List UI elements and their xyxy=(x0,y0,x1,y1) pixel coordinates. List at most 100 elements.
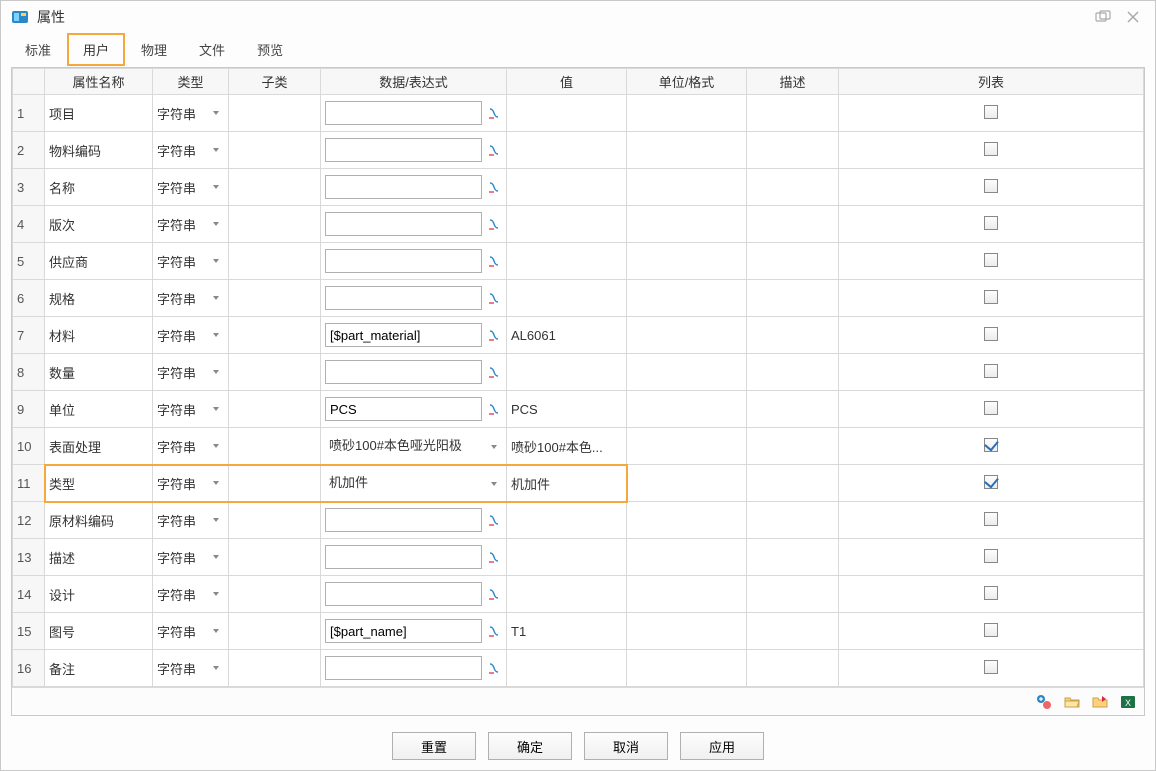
type-cell[interactable]: 字符串 xyxy=(153,280,229,317)
desc-cell[interactable] xyxy=(747,465,839,502)
type-cell[interactable]: 字符串 xyxy=(153,576,229,613)
formula-icon[interactable] xyxy=(486,401,502,417)
col-header-list[interactable]: 列表 xyxy=(839,69,1144,95)
tab-4[interactable]: 预览 xyxy=(241,33,299,66)
row-number[interactable]: 15 xyxy=(13,613,45,650)
reset-button[interactable]: 重置 xyxy=(392,732,476,760)
subtype-cell[interactable] xyxy=(229,502,321,539)
list-cell[interactable] xyxy=(839,354,1144,391)
desc-cell[interactable] xyxy=(747,650,839,687)
formula-icon[interactable] xyxy=(486,549,502,565)
value-cell[interactable] xyxy=(507,539,627,576)
property-name-cell[interactable]: 单位 xyxy=(45,391,153,428)
formula-icon[interactable] xyxy=(486,290,502,306)
type-cell[interactable]: 字符串 xyxy=(153,391,229,428)
expression-input[interactable] xyxy=(325,397,482,421)
row-number[interactable]: 16 xyxy=(13,650,45,687)
list-checkbox[interactable] xyxy=(984,290,998,304)
tab-1[interactable]: 用户 xyxy=(67,33,125,66)
folder-open-icon[interactable] xyxy=(1062,692,1082,712)
list-checkbox[interactable] xyxy=(984,105,998,119)
subtype-cell[interactable] xyxy=(229,206,321,243)
value-cell[interactable]: AL6061 xyxy=(507,317,627,354)
property-name-cell[interactable]: 供应商 xyxy=(45,243,153,280)
row-number[interactable]: 3 xyxy=(13,169,45,206)
expression-cell[interactable] xyxy=(321,280,507,317)
col-header-rownum[interactable] xyxy=(13,69,45,95)
property-name-cell[interactable]: 原材料编码 xyxy=(45,502,153,539)
value-cell[interactable] xyxy=(507,169,627,206)
list-checkbox[interactable] xyxy=(984,142,998,156)
type-cell[interactable]: 字符串 xyxy=(153,354,229,391)
subtype-cell[interactable] xyxy=(229,132,321,169)
ok-button[interactable]: 确定 xyxy=(488,732,572,760)
expression-cell[interactable] xyxy=(321,539,507,576)
unit-cell[interactable] xyxy=(627,613,747,650)
type-cell[interactable]: 字符串 xyxy=(153,502,229,539)
subtype-cell[interactable] xyxy=(229,169,321,206)
list-cell[interactable] xyxy=(839,650,1144,687)
row-number[interactable]: 8 xyxy=(13,354,45,391)
subtype-cell[interactable] xyxy=(229,243,321,280)
desc-cell[interactable] xyxy=(747,428,839,465)
list-cell[interactable] xyxy=(839,391,1144,428)
subtype-cell[interactable] xyxy=(229,391,321,428)
folder-export-icon[interactable] xyxy=(1090,692,1110,712)
value-cell[interactable] xyxy=(507,650,627,687)
unit-cell[interactable] xyxy=(627,428,747,465)
type-cell[interactable]: 字符串 xyxy=(153,539,229,576)
value-cell[interactable] xyxy=(507,243,627,280)
formula-icon[interactable] xyxy=(486,364,502,380)
col-header-desc[interactable]: 描述 xyxy=(747,69,839,95)
unit-cell[interactable] xyxy=(627,206,747,243)
type-cell[interactable]: 字符串 xyxy=(153,206,229,243)
subtype-cell[interactable] xyxy=(229,428,321,465)
property-name-cell[interactable]: 名称 xyxy=(45,169,153,206)
formula-icon[interactable] xyxy=(486,253,502,269)
row-number[interactable]: 10 xyxy=(13,428,45,465)
unit-cell[interactable] xyxy=(627,243,747,280)
expression-input[interactable] xyxy=(325,545,482,569)
list-cell[interactable] xyxy=(839,95,1144,132)
property-name-cell[interactable]: 物料编码 xyxy=(45,132,153,169)
expression-cell[interactable] xyxy=(321,391,507,428)
property-name-cell[interactable]: 设计 xyxy=(45,576,153,613)
row-number[interactable]: 7 xyxy=(13,317,45,354)
unit-cell[interactable] xyxy=(627,354,747,391)
property-name-cell[interactable]: 版次 xyxy=(45,206,153,243)
list-cell[interactable] xyxy=(839,132,1144,169)
list-cell[interactable] xyxy=(839,576,1144,613)
desc-cell[interactable] xyxy=(747,576,839,613)
col-header-name[interactable]: 属性名称 xyxy=(45,69,153,95)
list-cell[interactable] xyxy=(839,428,1144,465)
type-cell[interactable]: 字符串 xyxy=(153,95,229,132)
desc-cell[interactable] xyxy=(747,354,839,391)
subtype-cell[interactable] xyxy=(229,576,321,613)
unit-cell[interactable] xyxy=(627,132,747,169)
desc-cell[interactable] xyxy=(747,243,839,280)
expression-input[interactable] xyxy=(325,656,482,680)
list-checkbox[interactable] xyxy=(984,623,998,637)
desc-cell[interactable] xyxy=(747,169,839,206)
type-cell[interactable]: 字符串 xyxy=(153,613,229,650)
list-checkbox[interactable] xyxy=(984,586,998,600)
subtype-cell[interactable] xyxy=(229,95,321,132)
list-cell[interactable] xyxy=(839,539,1144,576)
expression-input[interactable] xyxy=(325,138,482,162)
type-cell[interactable]: 字符串 xyxy=(153,243,229,280)
value-cell[interactable] xyxy=(507,576,627,613)
list-checkbox[interactable] xyxy=(984,364,998,378)
row-number[interactable]: 11 xyxy=(13,465,45,502)
expression-cell[interactable] xyxy=(321,613,507,650)
expression-input[interactable] xyxy=(325,286,482,310)
row-number[interactable]: 14 xyxy=(13,576,45,613)
col-header-expr[interactable]: 数据/表达式 xyxy=(321,69,507,95)
formula-icon[interactable] xyxy=(486,586,502,602)
expression-cell[interactable] xyxy=(321,317,507,354)
list-cell[interactable] xyxy=(839,317,1144,354)
value-cell[interactable] xyxy=(507,206,627,243)
unit-cell[interactable] xyxy=(627,169,747,206)
expression-input[interactable] xyxy=(325,175,482,199)
apply-button[interactable]: 应用 xyxy=(680,732,764,760)
tab-2[interactable]: 物理 xyxy=(125,33,183,66)
